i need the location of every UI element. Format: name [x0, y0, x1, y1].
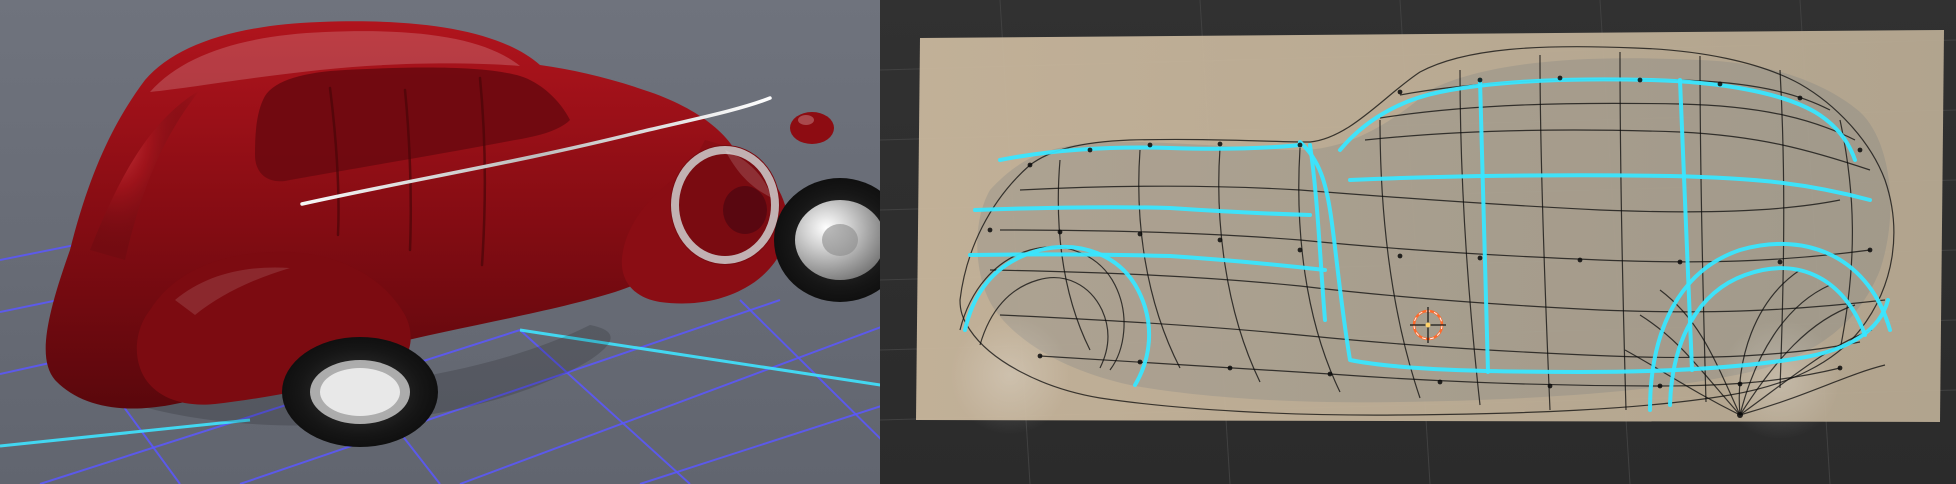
left-render-viewport[interactable] [0, 0, 900, 484]
modeling-screenshot [0, 0, 1956, 484]
headlight-highlight [798, 115, 814, 125]
right-edit-viewport[interactable] [880, 0, 1956, 484]
spare-tire-center [723, 186, 767, 234]
rear-wheel [282, 337, 438, 447]
